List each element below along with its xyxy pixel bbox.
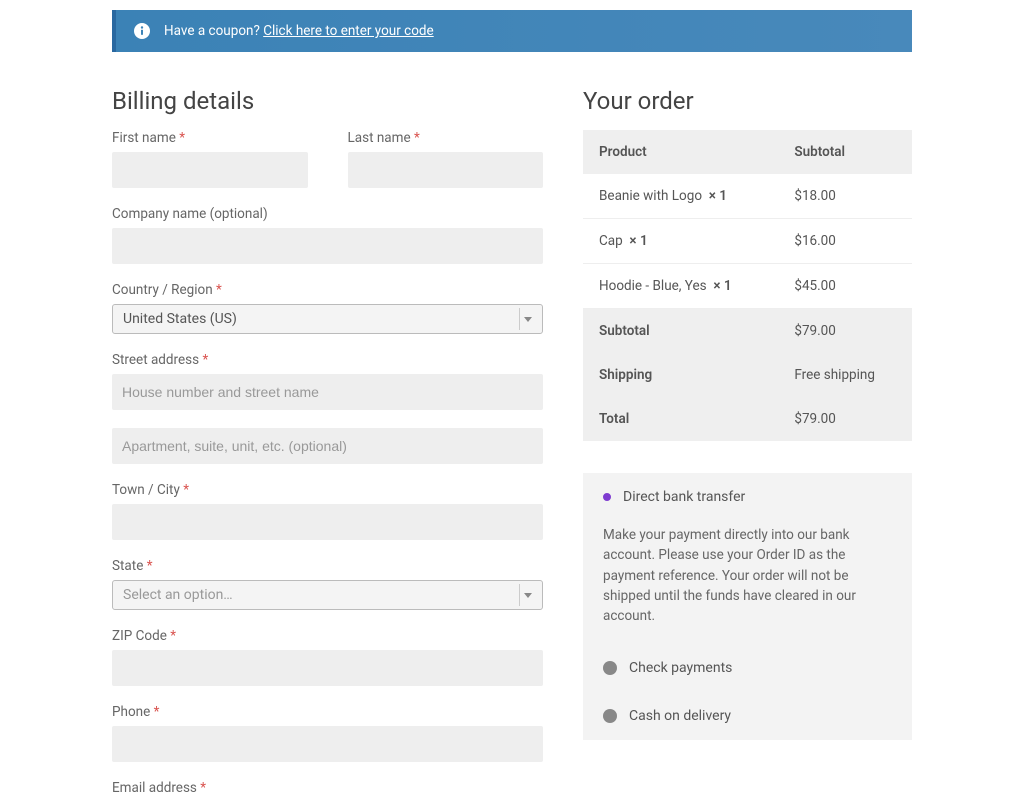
order-table: Product Subtotal Beanie with Logo × 1 $1… — [583, 130, 912, 441]
phone-field[interactable] — [112, 726, 543, 762]
street-field-1[interactable] — [112, 374, 543, 410]
chevron-down-icon — [524, 317, 532, 322]
email-label: Email address * — [112, 780, 543, 796]
payment-cod[interactable]: Cash on delivery — [583, 692, 912, 740]
zip-label: ZIP Code * — [112, 628, 543, 644]
info-icon — [134, 23, 150, 39]
th-subtotal: Subtotal — [778, 130, 912, 174]
phone-label: Phone * — [112, 704, 543, 720]
company-field[interactable] — [112, 228, 543, 264]
coupon-banner: Have a coupon? Click here to enter your … — [112, 10, 912, 52]
street-field-2[interactable] — [112, 428, 543, 464]
last-name-label: Last name * — [348, 130, 544, 146]
payment-methods: Direct bank transfer Make your payment d… — [583, 473, 912, 740]
coupon-link[interactable]: Click here to enter your code — [263, 23, 434, 39]
company-label: Company name (optional) — [112, 206, 543, 222]
table-row: Beanie with Logo × 1 $18.00 — [583, 174, 912, 219]
table-row: Cap × 1 $16.00 — [583, 219, 912, 264]
state-select[interactable]: Select an option… — [112, 580, 543, 610]
street-label: Street address * — [112, 352, 543, 368]
city-field[interactable] — [112, 504, 543, 540]
first-name-field[interactable] — [112, 152, 308, 188]
payment-bank-transfer[interactable]: Direct bank transfer — [583, 473, 912, 521]
city-label: Town / City * — [112, 482, 543, 498]
billing-section: Billing details First name * Last name *… — [112, 87, 543, 802]
table-row: Hoodie - Blue, Yes × 1 $45.00 — [583, 264, 912, 309]
radio-icon — [603, 661, 617, 675]
zip-field[interactable] — [112, 650, 543, 686]
radio-checked-icon — [603, 493, 611, 501]
payment-bank-description: Make your payment directly into our bank… — [583, 521, 912, 644]
country-select[interactable]: United States (US) — [112, 304, 543, 334]
billing-heading: Billing details — [112, 87, 543, 115]
state-label: State * — [112, 558, 543, 574]
payment-check[interactable]: Check payments — [583, 644, 912, 692]
first-name-label: First name * — [112, 130, 308, 146]
last-name-field[interactable] — [348, 152, 544, 188]
radio-icon — [603, 709, 617, 723]
th-product: Product — [583, 130, 778, 174]
country-label: Country / Region * — [112, 282, 543, 298]
coupon-text: Have a coupon? — [164, 23, 263, 39]
chevron-down-icon — [524, 593, 532, 598]
order-heading: Your order — [583, 87, 912, 115]
